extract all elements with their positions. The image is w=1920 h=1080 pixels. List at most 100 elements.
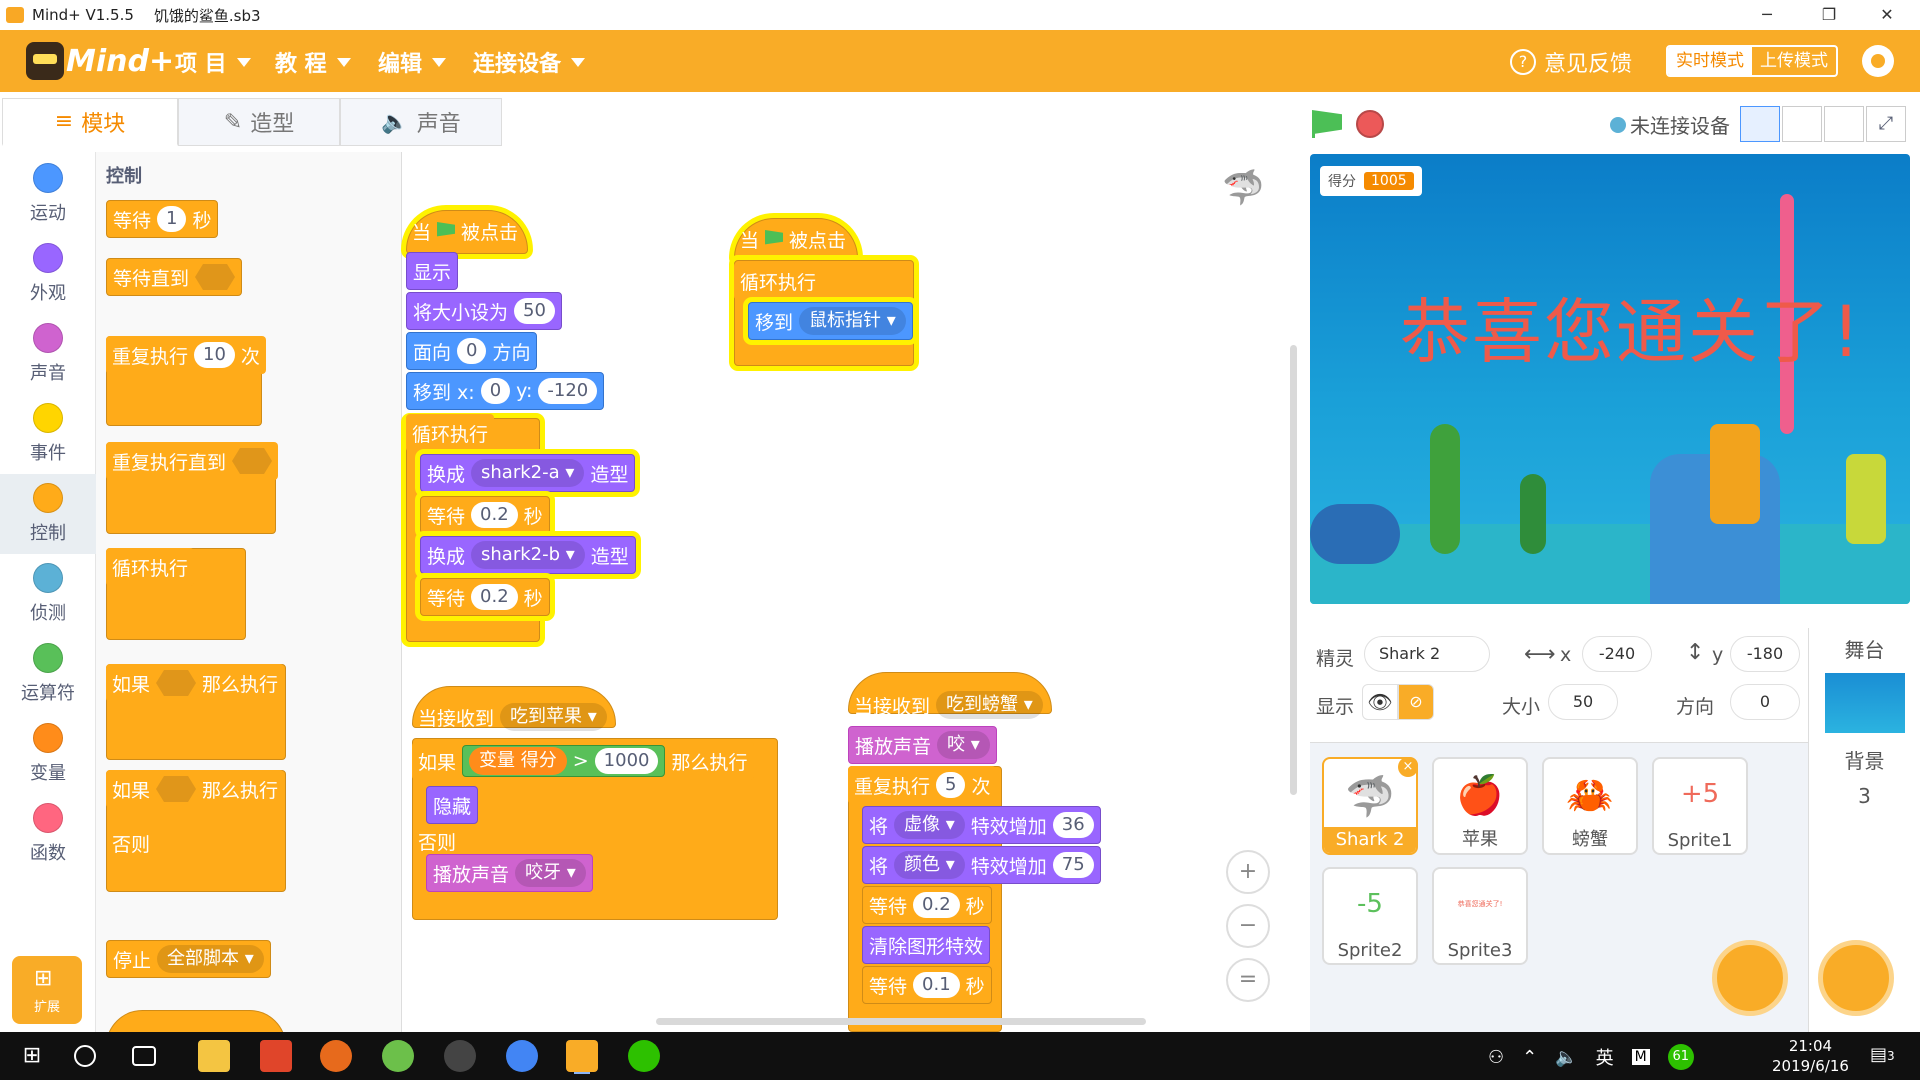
script2-goto-block[interactable]: 移到 鼠标指针 ▾ — [748, 302, 913, 340]
menu-project[interactable]: 项 目 — [175, 46, 251, 78]
tab-sounds[interactable]: 🔈 声音 — [340, 98, 502, 146]
extensions-button[interactable]: ⊞ 扩展 — [12, 956, 82, 1024]
upload-mode-button[interactable]: 上传模式 — [1752, 47, 1836, 75]
workspace-vertical-scrollbar[interactable] — [1290, 345, 1297, 795]
delete-sprite-icon[interactable]: × — [1398, 757, 1418, 777]
show-eye-icon[interactable]: 👁 — [1362, 684, 1398, 720]
category-variables[interactable]: 变量 — [0, 714, 96, 794]
hide-eye-icon[interactable]: ⊘ — [1398, 684, 1434, 720]
firefox-icon[interactable] — [320, 1040, 352, 1072]
mindplus-taskbar-icon[interactable] — [566, 1040, 598, 1072]
green-app-icon[interactable] — [382, 1040, 414, 1072]
restore-button[interactable]: ❐ — [1806, 0, 1852, 30]
tab-costumes[interactable]: ✎ 造型 — [178, 98, 340, 146]
script2-forever-block[interactable]: 循环执行 — [734, 262, 823, 300]
direction-input[interactable]: 0 — [1730, 684, 1800, 720]
script1-wait-block-2[interactable]: 等待 0.2 秒 — [420, 578, 550, 616]
tab-code[interactable]: ≡ 模块 — [2, 98, 178, 146]
script4-wait-block-1[interactable]: 等待 0.2 秒 — [862, 886, 992, 924]
score-monitor[interactable]: 得分 1005 — [1320, 166, 1422, 196]
category-sensing[interactable]: 侦测 — [0, 554, 96, 634]
script3-when-receive-block[interactable]: 当接收到 吃到苹果 ▾ — [412, 698, 613, 736]
workspace-horizontal-scrollbar[interactable] — [656, 1018, 1146, 1025]
script1-switch-costume-b-block[interactable]: 换成 shark2-b ▾ 造型 — [420, 536, 636, 574]
greater-than-operator[interactable]: 变量 得分 >1000 — [462, 745, 666, 777]
script4-change-effect-color-block[interactable]: 将颜色 ▾ 特效增加 75 — [862, 846, 1101, 884]
palette-repeat-until-block[interactable]: 重复执行直到 — [106, 442, 279, 480]
notification-icon[interactable]: ▤3 — [1870, 1044, 1895, 1065]
zoom-reset-button[interactable]: = — [1226, 958, 1270, 1002]
sprite-tile-apple[interactable]: 🍎 苹果 — [1432, 757, 1528, 855]
sprite-tile-sprite2[interactable]: -5 Sprite2 — [1322, 867, 1418, 965]
layout-small-stage-icon[interactable] — [1740, 106, 1780, 142]
gear-app-icon[interactable] — [444, 1040, 476, 1072]
script1-goto-xy-block[interactable]: 移到 x: 0 y: -120 — [406, 372, 605, 410]
script4-repeat-block[interactable]: 重复执行 5 次 — [848, 766, 997, 804]
size-input[interactable]: 50 — [1548, 684, 1618, 720]
menu-tutorial[interactable]: 教 程 — [275, 46, 351, 78]
sprite-tile-crab[interactable]: 🦀 螃蟹 — [1542, 757, 1638, 855]
category-functions[interactable]: 函数 — [0, 794, 96, 874]
battery-badge[interactable]: 61 — [1667, 1044, 1694, 1070]
category-control[interactable]: 控制 — [0, 474, 96, 554]
x-input[interactable]: -240 — [1582, 636, 1652, 672]
category-events[interactable]: 事件 — [0, 394, 96, 474]
script2-when-flag-block[interactable]: 当被点击 — [734, 220, 852, 258]
clock[interactable]: 21:04 2019/6/16 — [1772, 1036, 1849, 1076]
palette-wait-until-block[interactable]: 等待直到 — [106, 258, 243, 296]
zoom-in-button[interactable]: + — [1226, 850, 1270, 894]
sprite-tile-sprite3[interactable]: 恭喜您通关了! Sprite3 — [1432, 867, 1528, 965]
script4-wait-block-2[interactable]: 等待 0.1 秒 — [862, 966, 992, 1004]
menu-edit[interactable]: 编辑 — [378, 46, 447, 78]
category-sound[interactable]: 声音 — [0, 314, 96, 394]
script3-play-sound-block[interactable]: 播放声音 咬牙 ▾ — [426, 854, 593, 892]
palette-partial-block[interactable] — [106, 1010, 286, 1032]
sprite-name-input[interactable]: Shark 2 — [1364, 636, 1490, 672]
task-view-icon[interactable] — [132, 1046, 156, 1066]
palette-stop-block[interactable]: 停止 全部脚本 ▾ — [106, 940, 271, 978]
zoom-out-button[interactable]: − — [1226, 904, 1270, 948]
feedback-button[interactable]: ? 意见反馈 — [1510, 46, 1632, 78]
layout-large-stage-icon[interactable] — [1824, 106, 1864, 142]
wechat-icon[interactable] — [628, 1040, 660, 1072]
close-button[interactable]: ✕ — [1864, 0, 1910, 30]
stage-canvas[interactable] — [1310, 154, 1910, 604]
script1-switch-costume-a-block[interactable]: 换成 shark2-a ▾ 造型 — [420, 454, 636, 492]
category-motion[interactable]: 运动 — [0, 154, 96, 234]
backdrop-thumbnail[interactable] — [1824, 673, 1905, 733]
mode-switch[interactable]: 实时模式 上传模式 — [1666, 45, 1838, 77]
chevron-up-icon[interactable]: ⌃ — [1522, 1047, 1537, 1068]
add-backdrop-image-icon[interactable] — [1818, 940, 1894, 1016]
search-circle-icon[interactable] — [74, 1045, 96, 1067]
file-explorer-icon[interactable] — [198, 1040, 230, 1072]
add-sprite-cat-icon[interactable] — [1712, 940, 1788, 1016]
script4-clear-effects-block[interactable]: 清除图形特效 — [862, 926, 991, 964]
script1-show-block[interactable]: 显示 — [406, 252, 459, 290]
script1-when-flag-block[interactable]: 当被点击 — [406, 212, 524, 250]
people-icon[interactable]: ⚇ — [1488, 1047, 1504, 1068]
windows-start-icon[interactable]: ⊞ — [16, 1040, 48, 1072]
category-looks[interactable]: 外观 — [0, 234, 96, 314]
fullscreen-icon[interactable]: ⤢ — [1866, 106, 1906, 142]
chrome-icon[interactable] — [506, 1040, 538, 1072]
script3-if-block[interactable]: 如果 变量 得分 >1000 那么执行 — [412, 742, 754, 780]
script1-point-direction-block[interactable]: 面向 0 方向 — [406, 332, 538, 370]
palette-forever-block[interactable]: 循环执行 — [106, 548, 195, 586]
script4-when-receive-block[interactable]: 当接收到 吃到螃蟹 ▾ — [848, 686, 1049, 724]
settings-gear-icon[interactable] — [1862, 45, 1894, 77]
layout-split-icon[interactable] — [1782, 106, 1822, 142]
minimize-button[interactable]: ─ — [1744, 0, 1790, 30]
script1-forever-block[interactable]: 循环执行 — [406, 414, 495, 452]
stop-icon[interactable] — [1356, 110, 1384, 138]
live-mode-button[interactable]: 实时模式 — [1668, 47, 1752, 75]
palette-if-else-block[interactable]: 如果 那么执行 — [106, 770, 285, 808]
script4-play-sound-block[interactable]: 播放声音咬 ▾ — [848, 726, 997, 764]
sprite-tile-sprite1[interactable]: +5 Sprite1 — [1652, 757, 1748, 855]
menu-connect-device[interactable]: 连接设备 — [473, 46, 586, 78]
hbuilder-icon[interactable] — [260, 1040, 292, 1072]
palette-wait-block[interactable]: 等待 1 秒 — [106, 200, 219, 238]
ime-mode-icon[interactable]: M — [1631, 1049, 1650, 1065]
script4-change-effect-ghost-block[interactable]: 将虚像 ▾ 特效增加 36 — [862, 806, 1101, 844]
category-operators[interactable]: 运算符 — [0, 634, 96, 714]
volume-icon[interactable]: 🔈 — [1555, 1047, 1577, 1068]
